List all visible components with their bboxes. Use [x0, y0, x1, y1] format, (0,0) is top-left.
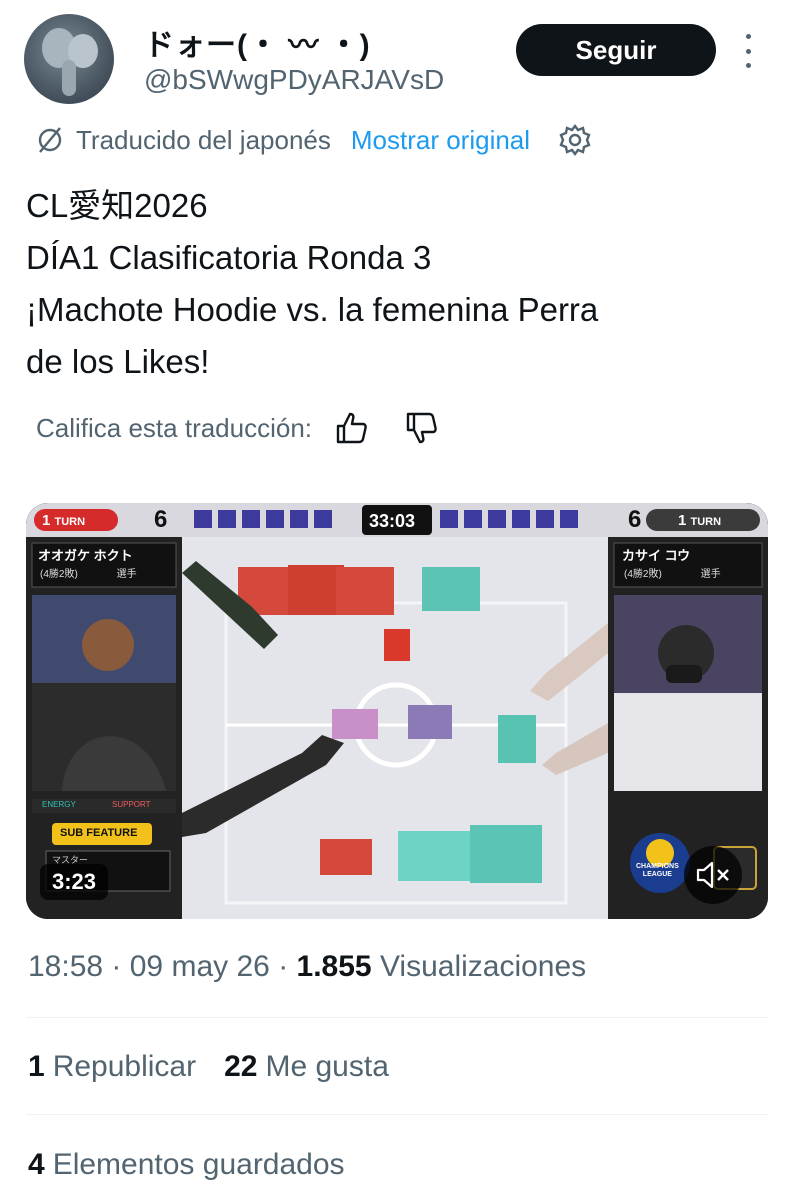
rate-translation-label: Califica esta traducción: — [36, 412, 313, 443]
tweet-meta: 18:58 · 09 may 26 · 1.855 Visualizacione… — [28, 950, 587, 983]
energy-label: ENERGY — [42, 800, 76, 809]
gear-icon[interactable] — [558, 123, 592, 157]
follow-button[interactable]: Seguir — [516, 24, 716, 76]
rate-translation: Califica esta traducción: — [36, 408, 440, 448]
tweet-line: CL愛知2026 — [26, 187, 208, 224]
views-label: Visualizaciones — [379, 950, 587, 983]
divider — [26, 1017, 768, 1018]
reposts-label: Republicar — [52, 1050, 197, 1083]
mute-button[interactable] — [684, 846, 742, 904]
speaker-muted-icon — [696, 861, 729, 889]
translated-from-label: Traducido del japonés — [76, 124, 331, 155]
engagement-stats: 1 Republicar 22 Me gusta — [28, 1050, 389, 1084]
bookmarks-stat[interactable]: 4 Elementos guardados — [28, 1148, 345, 1182]
left-turn-indicator: 1 TURN — [42, 512, 85, 529]
right-turn-indicator: 1 TURN — [678, 512, 721, 529]
bookmarks-count: 4 — [28, 1148, 45, 1181]
bookmarks-label: Elementos guardados — [52, 1148, 345, 1181]
left-turn-label: TURN — [54, 516, 86, 528]
tweet-line: de los Likes! — [26, 343, 210, 380]
left-turn-number: 1 — [42, 512, 51, 529]
reposts-stat[interactable]: 1 Republicar — [28, 1050, 196, 1084]
video-duration: 3:23 — [40, 864, 109, 900]
views-count: 1.855 — [296, 950, 372, 983]
likes-stat[interactable]: 22 Me gusta — [224, 1050, 389, 1084]
more-options-icon[interactable] — [738, 34, 758, 68]
thumbs-down-icon[interactable] — [404, 410, 440, 446]
tweet-line: ¡Machote Hoodie vs. la femenina Perra — [26, 291, 599, 328]
tweet-text: CL愛知2026 DÍA1 Clasificatoria Ronda 3 ¡Ma… — [26, 180, 766, 388]
author-display-name[interactable]: ドォー(・ 〰 ・) — [144, 20, 371, 64]
translate-globe-icon — [38, 127, 62, 153]
left-prizes-count: 6 — [154, 506, 168, 533]
translation-bar: Traducido del japonés Mostrar original — [36, 122, 592, 158]
tweet-time[interactable]: 18:58 — [28, 950, 103, 983]
support-label: SUPPORT — [112, 800, 151, 809]
thumbs-up-icon[interactable] — [334, 410, 370, 446]
right-prizes-count: 6 — [628, 506, 642, 533]
likes-count: 22 — [224, 1050, 258, 1083]
right-turn-number: 1 — [678, 512, 687, 529]
champions-league-logo: CHAMPIONS LEAGUE — [636, 863, 679, 878]
tweet-header: ドォー(・ 〰 ・) @bSWwgPDyARJAVsD Seguir — [24, 14, 770, 106]
right-player-record: (4勝2敗) 選手 — [624, 569, 721, 580]
right-turn-label: TURN — [690, 516, 722, 528]
likes-label: Me gusta — [265, 1050, 389, 1083]
author-handle[interactable]: @bSWwgPDyARJAVsD — [144, 64, 444, 96]
left-player-name: オオガケ ホクト — [38, 548, 133, 563]
match-clock: 33:03 — [369, 511, 416, 531]
video-player[interactable]: 1 TURN 6 33:03 6 1 TURN オオガケ ホクト (4勝2敗) … — [26, 503, 768, 919]
tweet-line: DÍA1 Clasificatoria Ronda 3 — [26, 239, 432, 276]
tweet-date[interactable]: 09 may 26 — [130, 950, 270, 983]
avatar[interactable] — [24, 14, 114, 104]
show-original-link[interactable]: Mostrar original — [351, 125, 530, 156]
left-player-record: (4勝2敗) 選手 — [40, 569, 137, 580]
right-player-name: カサイ コウ — [622, 548, 691, 563]
divider — [26, 1114, 768, 1115]
sub-feature-label: SUB FEATURE — [60, 827, 138, 839]
reposts-count: 1 — [28, 1050, 45, 1083]
